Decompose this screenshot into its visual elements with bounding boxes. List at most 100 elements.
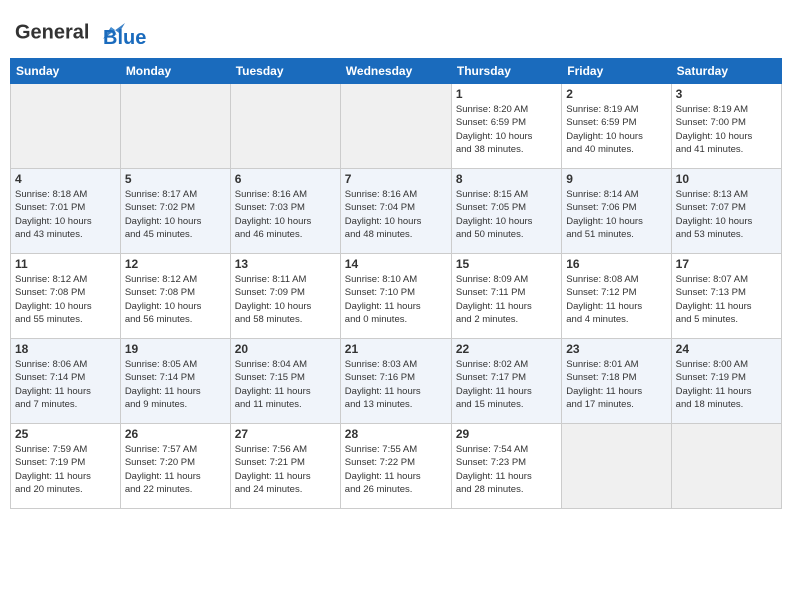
day-info: Sunrise: 8:06 AM Sunset: 7:14 PM Dayligh…: [15, 358, 116, 411]
calendar-day-cell: [671, 424, 781, 509]
day-number: 10: [676, 172, 777, 186]
day-info: Sunrise: 8:03 AM Sunset: 7:16 PM Dayligh…: [345, 358, 447, 411]
day-info: Sunrise: 8:19 AM Sunset: 6:59 PM Dayligh…: [566, 103, 666, 156]
calendar-week-row: 1 Sunrise: 8:20 AM Sunset: 6:59 PM Daylig…: [11, 84, 782, 169]
logo-general: General: [15, 21, 89, 43]
day-info: Sunrise: 8:11 AM Sunset: 7:09 PM Dayligh…: [235, 273, 336, 326]
calendar-day-cell: 24 Sunrise: 8:00 AM Sunset: 7:19 PM Dayli…: [671, 339, 781, 424]
day-number: 5: [125, 172, 226, 186]
day-number: 12: [125, 257, 226, 271]
day-number: 4: [15, 172, 116, 186]
day-of-week-header: Sunday: [11, 59, 121, 84]
day-info: Sunrise: 8:01 AM Sunset: 7:18 PM Dayligh…: [566, 358, 666, 411]
calendar-week-row: 4 Sunrise: 8:18 AM Sunset: 7:01 PM Daylig…: [11, 169, 782, 254]
calendar-day-cell: 6 Sunrise: 8:16 AM Sunset: 7:03 PM Daylig…: [230, 169, 340, 254]
day-number: 29: [456, 427, 557, 441]
day-info: Sunrise: 8:20 AM Sunset: 6:59 PM Dayligh…: [456, 103, 557, 156]
calendar-day-cell: 23 Sunrise: 8:01 AM Sunset: 7:18 PM Dayli…: [562, 339, 671, 424]
calendar-day-cell: [11, 84, 121, 169]
day-info: Sunrise: 7:55 AM Sunset: 7:22 PM Dayligh…: [345, 443, 447, 496]
calendar-day-cell: 21 Sunrise: 8:03 AM Sunset: 7:16 PM Dayli…: [340, 339, 451, 424]
day-info: Sunrise: 8:10 AM Sunset: 7:10 PM Dayligh…: [345, 273, 447, 326]
day-number: 21: [345, 342, 447, 356]
days-header-row: SundayMondayTuesdayWednesdayThursdayFrid…: [11, 59, 782, 84]
calendar-day-cell: 7 Sunrise: 8:16 AM Sunset: 7:04 PM Daylig…: [340, 169, 451, 254]
page-header: General Blue: [10, 10, 782, 50]
day-info: Sunrise: 8:07 AM Sunset: 7:13 PM Dayligh…: [676, 273, 777, 326]
calendar-day-cell: 27Sunrise: 7:56 AM Sunset: 7:21 PM Dayli…: [230, 424, 340, 509]
calendar-day-cell: 25 Sunrise: 7:59 AM Sunset: 7:19 PM Dayli…: [11, 424, 121, 509]
day-info: Sunrise: 8:12 AM Sunset: 7:08 PM Dayligh…: [15, 273, 116, 326]
day-info: Sunrise: 8:19 AM Sunset: 7:00 PM Dayligh…: [676, 103, 777, 156]
day-number: 25: [15, 427, 116, 441]
calendar-day-cell: 26 Sunrise: 7:57 AM Sunset: 7:20 PM Dayli…: [120, 424, 230, 509]
day-number: 16: [566, 257, 666, 271]
calendar-day-cell: 11Sunrise: 8:12 AM Sunset: 7:08 PM Dayli…: [11, 254, 121, 339]
day-of-week-header: Thursday: [451, 59, 561, 84]
day-info: Sunrise: 8:16 AM Sunset: 7:03 PM Dayligh…: [235, 188, 336, 241]
day-of-week-header: Friday: [562, 59, 671, 84]
day-number: 28: [345, 427, 447, 441]
day-number: 15: [456, 257, 557, 271]
day-number: 19: [125, 342, 226, 356]
calendar-week-row: 25 Sunrise: 7:59 AM Sunset: 7:19 PM Dayli…: [11, 424, 782, 509]
calendar-day-cell: 14Sunrise: 8:10 AM Sunset: 7:10 PM Dayli…: [340, 254, 451, 339]
day-info: Sunrise: 8:15 AM Sunset: 7:05 PM Dayligh…: [456, 188, 557, 241]
day-of-week-header: Monday: [120, 59, 230, 84]
day-of-week-header: Tuesday: [230, 59, 340, 84]
calendar-day-cell: 9Sunrise: 8:14 AM Sunset: 7:06 PM Daylig…: [562, 169, 671, 254]
day-of-week-header: Wednesday: [340, 59, 451, 84]
calendar-day-cell: [340, 84, 451, 169]
day-info: Sunrise: 8:12 AM Sunset: 7:08 PM Dayligh…: [125, 273, 226, 326]
day-number: 26: [125, 427, 226, 441]
day-info: Sunrise: 7:57 AM Sunset: 7:20 PM Dayligh…: [125, 443, 226, 496]
day-info: Sunrise: 8:09 AM Sunset: 7:11 PM Dayligh…: [456, 273, 557, 326]
calendar-day-cell: 16 Sunrise: 8:08 AM Sunset: 7:12 PM Dayli…: [562, 254, 671, 339]
day-number: 18: [15, 342, 116, 356]
day-number: 7: [345, 172, 447, 186]
day-info: Sunrise: 8:00 AM Sunset: 7:19 PM Dayligh…: [676, 358, 777, 411]
calendar-day-cell: 17Sunrise: 8:07 AM Sunset: 7:13 PM Dayli…: [671, 254, 781, 339]
day-number: 1: [456, 87, 557, 101]
day-number: 23: [566, 342, 666, 356]
day-info: Sunrise: 8:08 AM Sunset: 7:12 PM Dayligh…: [566, 273, 666, 326]
calendar-day-cell: 5 Sunrise: 8:17 AM Sunset: 7:02 PM Daylig…: [120, 169, 230, 254]
calendar-body: 1 Sunrise: 8:20 AM Sunset: 6:59 PM Daylig…: [11, 84, 782, 509]
day-info: Sunrise: 8:17 AM Sunset: 7:02 PM Dayligh…: [125, 188, 226, 241]
logo-blue: Blue: [103, 27, 146, 49]
day-info: Sunrise: 7:59 AM Sunset: 7:19 PM Dayligh…: [15, 443, 116, 496]
calendar-day-cell: 8Sunrise: 8:15 AM Sunset: 7:05 PM Daylig…: [451, 169, 561, 254]
calendar-week-row: 11Sunrise: 8:12 AM Sunset: 7:08 PM Dayli…: [11, 254, 782, 339]
day-info: Sunrise: 8:02 AM Sunset: 7:17 PM Dayligh…: [456, 358, 557, 411]
calendar-day-cell: [230, 84, 340, 169]
day-info: Sunrise: 8:05 AM Sunset: 7:14 PM Dayligh…: [125, 358, 226, 411]
day-info: Sunrise: 8:04 AM Sunset: 7:15 PM Dayligh…: [235, 358, 336, 411]
day-number: 2: [566, 87, 666, 101]
day-number: 9: [566, 172, 666, 186]
calendar-day-cell: 22Sunrise: 8:02 AM Sunset: 7:17 PM Dayli…: [451, 339, 561, 424]
calendar-day-cell: [562, 424, 671, 509]
calendar-day-cell: 13 Sunrise: 8:11 AM Sunset: 7:09 PM Dayli…: [230, 254, 340, 339]
calendar-day-cell: 29 Sunrise: 7:54 AM Sunset: 7:23 PM Dayli…: [451, 424, 561, 509]
day-number: 24: [676, 342, 777, 356]
calendar-day-cell: 28 Sunrise: 7:55 AM Sunset: 7:22 PM Dayli…: [340, 424, 451, 509]
calendar-day-cell: 1 Sunrise: 8:20 AM Sunset: 6:59 PM Daylig…: [451, 84, 561, 169]
day-of-week-header: Saturday: [671, 59, 781, 84]
day-info: Sunrise: 8:13 AM Sunset: 7:07 PM Dayligh…: [676, 188, 777, 241]
logo: General Blue: [15, 15, 146, 50]
calendar-day-cell: 4 Sunrise: 8:18 AM Sunset: 7:01 PM Daylig…: [11, 169, 121, 254]
calendar-day-cell: 12 Sunrise: 8:12 AM Sunset: 7:08 PM Dayli…: [120, 254, 230, 339]
day-info: Sunrise: 7:54 AM Sunset: 7:23 PM Dayligh…: [456, 443, 557, 496]
day-number: 6: [235, 172, 336, 186]
day-info: Sunrise: 8:16 AM Sunset: 7:04 PM Dayligh…: [345, 188, 447, 241]
calendar-day-cell: 3 Sunrise: 8:19 AM Sunset: 7:00 PM Daylig…: [671, 84, 781, 169]
day-info: Sunrise: 8:18 AM Sunset: 7:01 PM Dayligh…: [15, 188, 116, 241]
calendar-day-cell: [120, 84, 230, 169]
calendar-day-cell: 18 Sunrise: 8:06 AM Sunset: 7:14 PM Dayli…: [11, 339, 121, 424]
day-number: 3: [676, 87, 777, 101]
day-number: 13: [235, 257, 336, 271]
calendar-day-cell: 19 Sunrise: 8:05 AM Sunset: 7:14 PM Dayli…: [120, 339, 230, 424]
calendar-day-cell: 20Sunrise: 8:04 AM Sunset: 7:15 PM Dayli…: [230, 339, 340, 424]
calendar-table: SundayMondayTuesdayWednesdayThursdayFrid…: [10, 58, 782, 509]
calendar-day-cell: 15 Sunrise: 8:09 AM Sunset: 7:11 PM Dayli…: [451, 254, 561, 339]
